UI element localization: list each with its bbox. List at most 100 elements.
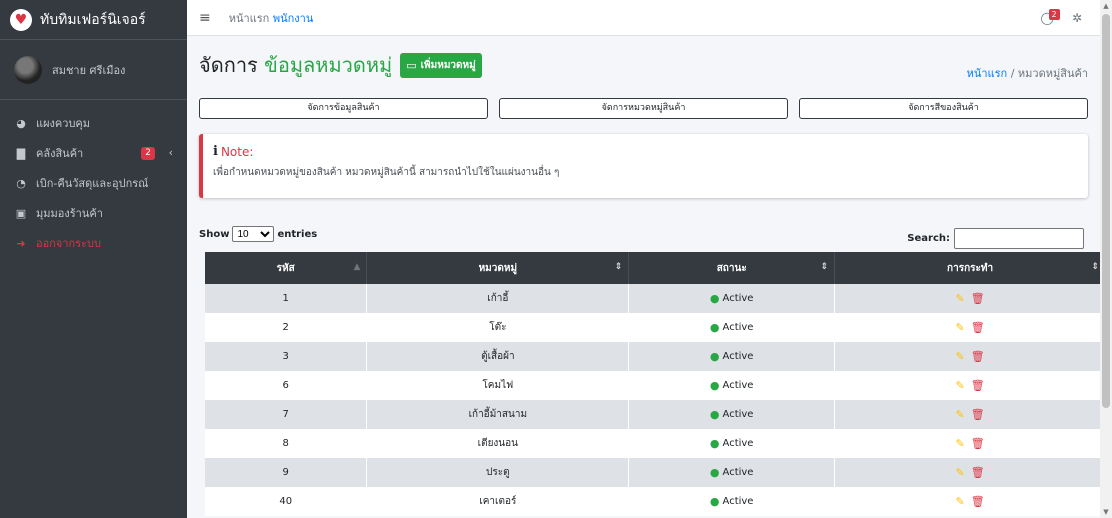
- table-row: 40 เคาเตอร์ ● Active ✎ 🗑: [205, 487, 1106, 516]
- cell-category: เก้าอี้ม้าสนาม: [366, 400, 630, 429]
- messages-badge: 2: [1048, 9, 1060, 20]
- status-badge: ● Active: [710, 466, 754, 479]
- manage-categories-button[interactable]: จัดการหมวดหมู่สินค้า: [499, 98, 788, 119]
- brand-name: ทับทิมเฟอร์นิเจอร์: [40, 11, 146, 28]
- menu-toggle-icon[interactable]: ≡: [199, 10, 211, 26]
- brand[interactable]: ♥ ทับทิมเฟอร์นิเจอร์: [0, 0, 187, 40]
- trash-icon[interactable]: 🗑: [971, 350, 985, 363]
- table-row: 8 เตียงนอน ● Active ✎ 🗑: [205, 429, 1106, 458]
- sidebar-item-storefront[interactable]: ▣ มุมมองร้านค้า: [0, 198, 187, 228]
- page-size-select[interactable]: 10: [232, 226, 275, 242]
- cell-actions: ✎ 🗑: [834, 313, 1106, 342]
- check-circle-icon: ●: [709, 437, 720, 450]
- edit-icon[interactable]: ✎: [955, 495, 964, 508]
- sidebar-item-dashboard[interactable]: ◕ แผงควบคุม: [0, 108, 187, 138]
- cell-category: เก้าอี้: [366, 284, 630, 313]
- sidebar-item-logout[interactable]: ➜ ออกจากระบบ: [0, 228, 187, 258]
- scroll-down-icon[interactable]: ▼: [1100, 508, 1112, 516]
- sidebar: ♥ ทับทิมเฟอร์นิเจอร์ สมชาย ศรีเมือง ◕ แผ…: [0, 0, 187, 518]
- cell-actions: ✎ 🗑: [834, 342, 1106, 371]
- edit-icon[interactable]: ✎: [955, 321, 964, 334]
- status-badge: ● Active: [710, 379, 754, 392]
- sidebar-item-label: คลังสินค้า: [36, 147, 84, 160]
- manage-products-button[interactable]: จัดการข้อมูลสินค้า: [199, 98, 488, 119]
- status-text: Active: [722, 380, 754, 391]
- cell-status: ● Active: [628, 429, 836, 458]
- status-badge: ● Active: [710, 321, 754, 334]
- messages-icon[interactable]: ◯ 2: [1041, 9, 1060, 25]
- show-label: Show: [199, 228, 230, 240]
- trash-icon[interactable]: 🗑: [971, 408, 985, 421]
- cell-id: 2: [205, 313, 368, 342]
- vertical-scrollbar[interactable]: ▲ ▼: [1100, 0, 1112, 518]
- avatar: [14, 55, 42, 84]
- trash-icon[interactable]: 🗑: [971, 379, 985, 392]
- add-box-icon: ▭: [406, 58, 417, 72]
- trash-icon[interactable]: 🗑: [971, 466, 985, 479]
- logout-icon: ➜: [16, 236, 26, 250]
- note-text: เพื่อกำหนดหมวดหมู่ของสินค้า หมวดหมู่สินค…: [213, 167, 560, 178]
- main-content: จัดการ ข้อมูลหมวดหมู่ ▭ เพิ่มหมวดหมู่ หน…: [187, 36, 1106, 518]
- datatable-controls: Show 10 entries Search:: [199, 222, 1088, 252]
- top-breadcrumb-current[interactable]: พนักงาน: [273, 12, 314, 25]
- cell-actions: ✎ 🗑: [834, 400, 1106, 429]
- trash-icon[interactable]: 🗑: [971, 292, 985, 305]
- status-badge: ● Active: [710, 437, 754, 450]
- heading-row: จัดการ ข้อมูลหมวดหมู่ ▭ เพิ่มหมวดหมู่ หน…: [199, 36, 1088, 94]
- gear-icon[interactable]: ✲: [1072, 11, 1082, 25]
- column-header-category[interactable]: หมวดหมู่ ⇕: [366, 252, 630, 284]
- check-circle-icon: ●: [709, 408, 720, 421]
- scroll-up-icon[interactable]: ▲: [1100, 2, 1112, 10]
- monitor-icon: ▣: [15, 206, 27, 220]
- edit-icon[interactable]: ✎: [955, 350, 964, 363]
- entries-label: entries: [277, 228, 318, 240]
- cell-status: ● Active: [628, 458, 836, 487]
- breadcrumb-home[interactable]: หน้าแรก: [967, 67, 1008, 80]
- edit-icon[interactable]: ✎: [955, 408, 964, 421]
- edit-icon[interactable]: ✎: [955, 466, 964, 479]
- note-title-text: Note:: [220, 144, 254, 159]
- column-header-label: หมวดหมู่: [478, 262, 518, 274]
- check-circle-icon: ●: [709, 350, 720, 363]
- manage-colors-button[interactable]: จัดการสีของสินค้า: [799, 98, 1088, 119]
- cell-status: ● Active: [628, 371, 836, 400]
- sidebar-item-withdraw-return[interactable]: ◔ เบิก-คืนวัสดุและอุปกรณ์: [0, 168, 187, 198]
- page-title-prefix: จัดการ: [199, 53, 258, 77]
- sidebar-item-label: เบิก-คืนวัสดุและอุปกรณ์: [36, 177, 149, 190]
- edit-icon[interactable]: ✎: [955, 437, 964, 450]
- cell-status: ● Active: [628, 313, 836, 342]
- trash-icon[interactable]: 🗑: [971, 495, 985, 508]
- status-text: Active: [722, 322, 754, 333]
- user-panel[interactable]: สมชาย ศรีเมือง: [0, 40, 187, 100]
- edit-icon[interactable]: ✎: [955, 379, 964, 392]
- top-navbar: ≡ หน้าแรก พนักงาน ◯ 2 ✲: [187, 0, 1112, 36]
- trash-icon[interactable]: 🗑: [971, 437, 985, 450]
- column-header-actions[interactable]: การกระทำ ⇕: [834, 252, 1106, 284]
- cell-category: โต๊ะ: [366, 313, 630, 342]
- scroll-thumb[interactable]: [1102, 14, 1110, 408]
- add-category-button[interactable]: ▭ เพิ่มหมวดหมู่: [400, 52, 482, 78]
- trash-icon[interactable]: 🗑: [971, 321, 985, 334]
- edit-icon[interactable]: ✎: [955, 292, 964, 305]
- column-header-id[interactable]: รหัส ▲: [205, 252, 368, 284]
- cell-status: ● Active: [628, 284, 836, 313]
- search-input[interactable]: [954, 228, 1084, 249]
- status-badge: ● Active: [710, 495, 754, 508]
- sidebar-nav: ◕ แผงควบคุม ▇ คลังสินค้า 2 ‹ ◔ เบิก-คืนว…: [0, 100, 187, 258]
- table-row: 3 ตู้เสื้อผ้า ● Active ✎ 🗑: [205, 342, 1106, 371]
- breadcrumb: หน้าแรก / หมวดหมู่สินค้า: [967, 64, 1088, 82]
- add-category-label: เพิ่มหมวดหมู่: [420, 59, 476, 71]
- cell-actions: ✎ 🗑: [834, 487, 1106, 516]
- status-text: Active: [722, 293, 754, 304]
- table-row: 7 เก้าอี้ม้าสนาม ● Active ✎ 🗑: [205, 400, 1106, 429]
- top-breadcrumb: หน้าแรก พนักงาน: [229, 9, 314, 27]
- top-breadcrumb-home[interactable]: หน้าแรก: [229, 12, 270, 25]
- cell-category: ตู้เสื้อผ้า: [366, 342, 630, 371]
- sidebar-item-inventory[interactable]: ▇ คลังสินค้า 2 ‹: [0, 138, 187, 168]
- column-header-status[interactable]: สถานะ ⇕: [628, 252, 836, 284]
- sort-icon: ⇕: [614, 262, 623, 272]
- inventory-count-badge: 2: [141, 147, 155, 160]
- show-entries: Show 10 entries: [199, 226, 317, 242]
- search-label: Search:: [907, 233, 950, 244]
- sort-asc-icon: ▲: [353, 262, 361, 272]
